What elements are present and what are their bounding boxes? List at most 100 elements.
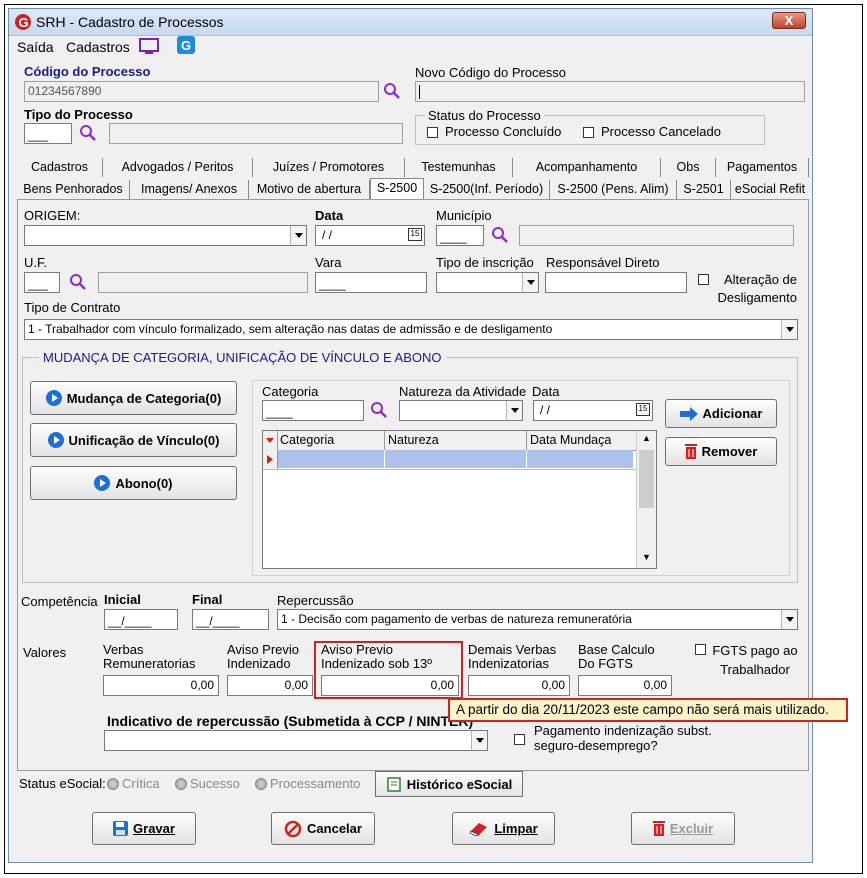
natureza-label: Natureza da Atividade (399, 384, 527, 399)
grid-col-categoria[interactable]: Categoria (280, 433, 334, 447)
calendar-icon[interactable]: 15 (408, 228, 422, 241)
radio-sucesso (175, 778, 187, 790)
play-icon (94, 475, 111, 491)
tipo-processo-code[interactable]: ___ (24, 123, 72, 144)
mudanca-categoria-button[interactable]: Mudança de Categoria(0) (30, 381, 237, 415)
menu-saida[interactable]: Saída (17, 39, 54, 55)
municipio-desc (519, 225, 794, 246)
vara-field[interactable]: ____ (315, 272, 427, 293)
tab-obs[interactable]: Obs (661, 158, 716, 177)
cancelado-checkbox[interactable] (583, 127, 594, 138)
cancelar-button[interactable]: Cancelar (271, 812, 375, 845)
tab-advogados[interactable]: Advogados / Peritos (103, 158, 253, 177)
eraser-icon (469, 822, 488, 836)
limpar-button[interactable]: Limpar (452, 812, 555, 845)
app-g-icon[interactable]: G (177, 36, 195, 54)
tipo-processo-desc (109, 123, 403, 144)
calendar-icon[interactable]: 15 (636, 403, 650, 416)
responsavel-label: Responsável Direto (546, 255, 660, 270)
scroll-down-icon[interactable]: ▼ (640, 552, 653, 565)
origem-select[interactable] (24, 225, 307, 246)
repercussao-select[interactable]: 1 - Decisão com pagamento de verbas de n… (277, 609, 798, 630)
table-row[interactable] (263, 450, 636, 470)
inicial-field[interactable]: __/____ (104, 609, 178, 630)
tab-testemunhas[interactable]: Testemunhas (405, 158, 513, 177)
novo-codigo-field[interactable] (415, 81, 805, 102)
tab-s2500-pens[interactable]: S-2500 (Pens. Alim) (550, 180, 677, 199)
pagamento-checkbox[interactable] (514, 734, 525, 745)
tipo-contrato-select[interactable]: 1 - Trabalhador com vínculo formalizado,… (24, 319, 798, 340)
abono-button[interactable]: Abono(0) (30, 466, 237, 500)
radio-processamento (255, 778, 267, 790)
tipo-inscricao-select[interactable] (436, 272, 539, 293)
alteracao-checkbox[interactable] (698, 274, 709, 285)
menu-cadastros[interactable]: Cadastros (66, 39, 130, 55)
fgts-checkbox[interactable] (695, 644, 706, 655)
status-processo-label: Status do Processo (425, 108, 544, 123)
verbas-field[interactable]: 0,00 (103, 675, 219, 696)
close-button[interactable]: X (772, 12, 806, 29)
status-sucesso: Sucesso (175, 776, 240, 791)
critica-label: Crítica (122, 776, 160, 791)
tab-s2501[interactable]: S-2501 (677, 180, 731, 199)
main-window: G SRH - Cadastro de Processos X Saída Ca… (8, 8, 813, 863)
abono-label: Abono(0) (115, 475, 173, 491)
processamento-label: Processamento (270, 776, 361, 791)
search-categoria-icon[interactable] (370, 401, 388, 419)
gravar-button[interactable]: Gravar (92, 812, 196, 845)
warning-tooltip: A partir do dia 20/11/2023 este campo nã… (448, 698, 848, 722)
mudanca-data-field[interactable]: / / 15 (533, 400, 653, 421)
monitor-icon[interactable] (139, 38, 159, 55)
grid-col-data[interactable]: Data Mundaça (530, 433, 611, 447)
search-uf-icon[interactable] (69, 273, 87, 291)
sucesso-label: Sucesso (190, 776, 240, 791)
tab-bens[interactable]: Bens Penhorados (17, 180, 130, 199)
aviso13-field[interactable]: 0,00 (321, 675, 459, 696)
grid-scrollbar[interactable]: ▲ ▼ (636, 431, 656, 568)
repercussao-label: Repercussão (277, 593, 354, 608)
adicionar-button[interactable]: Adicionar (665, 399, 777, 428)
app-logo-icon: G (15, 14, 31, 30)
final-field[interactable]: __/____ (192, 609, 269, 630)
base-field[interactable]: 0,00 (578, 675, 672, 696)
excluir-button[interactable]: Excluir (631, 812, 735, 845)
save-icon (113, 821, 129, 836)
search-tipo-icon[interactable] (79, 124, 97, 142)
mudanca-data-value: / / (540, 403, 551, 417)
data-field[interactable]: / / 15 (315, 225, 425, 246)
municipio-code[interactable]: ____ (436, 225, 484, 246)
indicativo-label: Indicativo de repercussão (Submetida à C… (107, 713, 474, 729)
tab-motivo[interactable]: Motivo de abertura (249, 180, 370, 199)
tab-pagamentos[interactable]: Pagamentos (716, 158, 809, 177)
tab-juizes[interactable]: Juízes / Promotores (253, 158, 405, 177)
search-codigo-icon[interactable] (383, 82, 401, 100)
responsavel-field[interactable] (545, 272, 687, 293)
natureza-select[interactable] (399, 400, 523, 421)
scroll-thumb[interactable] (639, 450, 654, 508)
tab-acompanhamento[interactable]: Acompanhamento (513, 158, 661, 177)
tab-cadastros[interactable]: Cadastros (17, 158, 103, 177)
indicativo-select[interactable] (104, 730, 488, 751)
historico-esocial-button[interactable]: Histórico eSocial (375, 771, 523, 797)
concluido-checkbox[interactable] (427, 127, 438, 138)
uf-desc (98, 272, 308, 293)
grid-col-natureza[interactable]: Natureza (388, 433, 439, 447)
unificacao-vinculo-button[interactable]: Unificação de Vínculo(0) (30, 423, 237, 457)
search-municipio-icon[interactable] (491, 226, 509, 244)
aviso-field[interactable]: 0,00 (227, 675, 313, 696)
municipio-label: Município (436, 208, 492, 223)
tab-imagens[interactable]: Imagens/ Anexos (130, 180, 249, 199)
remover-button[interactable]: Remover (665, 437, 777, 466)
tab-esocial-refit[interactable]: eSocial Refit (731, 180, 809, 199)
tab-s2500[interactable]: S-2500 (370, 178, 424, 199)
mudanca-grid[interactable]: Categoria Natureza Data Mundaça ▲ ▼ (262, 430, 657, 569)
scroll-up-icon[interactable]: ▲ (640, 433, 653, 446)
codigo-field[interactable]: 01234567890 (24, 81, 379, 102)
categoria-field[interactable]: ____ (262, 400, 364, 421)
mudanca-group-title: MUDANÇA DE CATEGORIA, UNIFICAÇÃO DE VÍNC… (39, 350, 446, 365)
unificacao-vinculo-label: Unificação de Vínculo(0) (68, 432, 220, 448)
uf-code[interactable]: ___ (24, 272, 60, 293)
tab-s2500-inf[interactable]: S-2500(Inf. Período) (424, 180, 550, 199)
pagamento-label: Pagamento indenização subst. seguro-dese… (534, 723, 712, 753)
demais-field[interactable]: 0,00 (468, 675, 570, 696)
